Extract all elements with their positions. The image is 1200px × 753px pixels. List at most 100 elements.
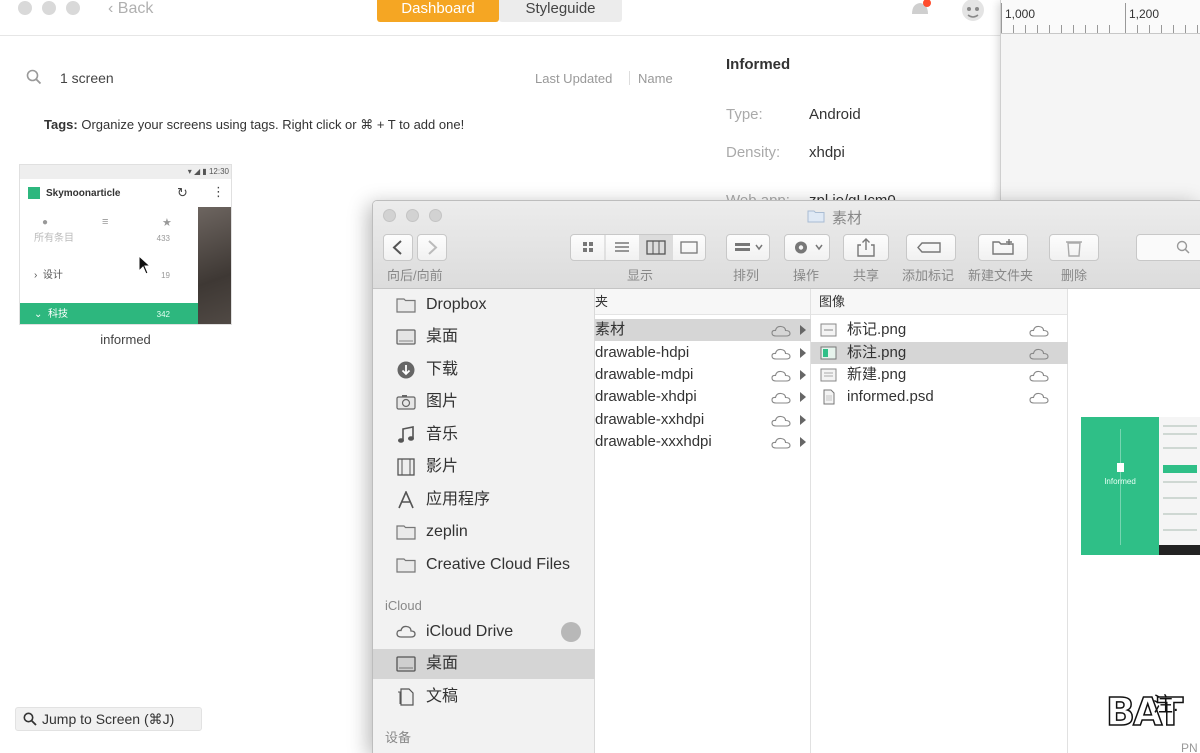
screen-thumbnail[interactable]: ▾ ◢ ▮ 12:30 Skymoonarticle ↻ ⋮ ● ≡ ★ 所有条… — [19, 164, 232, 325]
ruler-label: 1,000 — [1005, 7, 1036, 21]
thumbnail-row: › 设计 19 — [20, 264, 198, 288]
share-button[interactable] — [843, 234, 889, 261]
folder-row[interactable]: drawable-mdpi — [595, 364, 811, 386]
sidebar-item-downloads[interactable]: 下载 — [373, 355, 595, 385]
preview-line — [1163, 481, 1197, 483]
sidebar-item-documents[interactable]: 文稿 — [373, 682, 595, 712]
tab-dashboard[interactable]: Dashboard — [377, 0, 499, 22]
thumbnail-photo — [198, 207, 231, 324]
psd-file-icon — [823, 389, 835, 405]
row-count: 342 — [156, 310, 170, 319]
chevron-right-icon: › — [34, 270, 38, 281]
new-folder-button[interactable] — [978, 234, 1028, 261]
finder-column-folders: 夹 素材 drawable-hdpi drawable-mdpi drawabl… — [595, 289, 811, 753]
sort-name[interactable]: Name — [638, 71, 673, 86]
ruler-tick — [1161, 25, 1162, 33]
type-value: Android — [809, 106, 861, 123]
forward-button[interactable] — [417, 234, 447, 261]
share-icon — [857, 238, 875, 257]
cloud-icon — [771, 437, 791, 449]
sidebar-item-icloud-desktop[interactable]: 桌面 — [373, 649, 595, 679]
back-button[interactable]: ‹ Back — [108, 0, 153, 18]
document-icon — [398, 688, 414, 706]
search-icon — [26, 69, 42, 85]
thumbnail-app-title: Skymoonarticle — [46, 188, 121, 199]
sidebar-item-label: 桌面 — [426, 655, 459, 672]
sidebar-item-applications[interactable]: 应用程序 — [373, 485, 595, 515]
folder-row[interactable]: drawable-hdpi — [595, 342, 811, 364]
sidebar-item-label: 音乐 — [426, 426, 459, 443]
tags-label: Tags: — [44, 117, 78, 132]
view-mode-icons — [583, 235, 698, 260]
folder-row[interactable]: drawable-xxxhdpi — [595, 431, 811, 453]
folder-row-label: drawable-xhdpi — [595, 388, 697, 405]
ruler-tick — [1109, 25, 1110, 33]
ruler-tick — [1025, 25, 1026, 33]
action-button[interactable] — [784, 234, 830, 261]
user-avatar-icon[interactable] — [960, 0, 986, 22]
sidebar-item-desktop[interactable]: 桌面 — [373, 322, 595, 352]
sidebar-item-label: iCloud Drive — [426, 623, 514, 640]
folder-row[interactable]: drawable-xhdpi — [595, 386, 811, 408]
zoom-window-button[interactable] — [66, 1, 80, 15]
finder-search-field[interactable] — [1136, 234, 1200, 261]
ruler-tick — [1037, 25, 1038, 33]
ruler-tick — [1125, 3, 1126, 33]
column-header: 夹 — [595, 289, 810, 315]
finder-toolbar: 素材 向后/向前 显示 排列 操作 共享 添加标记 新建文件夹 删除 — [373, 201, 1200, 289]
cloud-icon — [771, 392, 791, 404]
minimize-window-button[interactable] — [42, 1, 56, 15]
sidebar-item-music[interactable]: 音乐 — [373, 420, 595, 450]
file-row[interactable]: 标记.png — [811, 319, 1068, 341]
file-row[interactable]: informed.psd — [811, 386, 1068, 408]
sidebar-item-zeplin[interactable]: zeplin — [373, 517, 595, 547]
sort-last-updated[interactable]: Last Updated — [535, 71, 612, 86]
disclosure-arrow-icon — [800, 392, 806, 402]
close-window-button[interactable] — [18, 1, 32, 15]
search-icon — [1176, 240, 1190, 254]
sidebar-item-label: 桌面 — [426, 328, 459, 345]
zoom-window-button[interactable] — [429, 209, 442, 222]
sidebar-item-creative-cloud[interactable]: Creative Cloud Files — [373, 550, 595, 580]
screen-search-bar[interactable]: 1 screen Last Updated Name — [26, 68, 676, 90]
sort-divider — [629, 71, 630, 85]
file-row[interactable]: 新建.png — [811, 364, 1068, 386]
canvas-window: 1,000 1,200 — [1000, 0, 1200, 200]
sidebar-item-movies[interactable]: 影片 — [373, 452, 595, 482]
sidebar-item-label: 文稿 — [426, 688, 459, 705]
file-row-selected[interactable]: 标注.png — [811, 342, 1068, 364]
thumbnail-app-bar: Skymoonarticle ↻ ⋮ — [20, 179, 231, 207]
arrange-button[interactable] — [726, 234, 770, 261]
back-label: Back — [117, 0, 154, 17]
row-count: 19 — [161, 271, 170, 280]
applications-icon — [398, 491, 414, 509]
add-tag-button[interactable] — [906, 234, 956, 261]
sidebar-item-label: 图片 — [426, 393, 459, 410]
view-mode-group[interactable] — [570, 234, 706, 261]
tab-styleguide[interactable]: Styleguide — [499, 0, 622, 22]
folder-row[interactable]: drawable-xxhdpi — [595, 409, 811, 431]
back-button[interactable] — [383, 234, 413, 261]
jump-to-screen-button[interactable]: Jump to Screen (⌘J) — [15, 707, 202, 731]
music-icon — [398, 426, 414, 443]
sidebar-item-icloud-drive[interactable]: iCloud Drive — [373, 617, 595, 647]
sidebar-item-dropbox[interactable]: Dropbox — [373, 290, 595, 320]
sidebar-item-pictures[interactable]: 图片 — [373, 387, 595, 417]
ruler-tick — [1197, 25, 1198, 33]
ruler-tick — [1049, 25, 1050, 33]
cloud-icon — [396, 625, 416, 638]
preview-guide-line — [1120, 429, 1121, 545]
screen-name[interactable]: informed — [19, 332, 232, 347]
minimize-window-button[interactable] — [406, 209, 419, 222]
close-window-button[interactable] — [383, 209, 396, 222]
sidebar-section-devices: 设备 — [385, 730, 412, 745]
sidebar-item-label: Creative Cloud Files — [426, 556, 571, 573]
notification-bell-icon[interactable] — [908, 0, 932, 20]
file-row-label: 新建.png — [847, 366, 907, 383]
delete-button[interactable] — [1049, 234, 1099, 261]
folder-row[interactable]: 素材 — [595, 319, 811, 341]
disclosure-arrow-icon — [800, 348, 806, 358]
cloud-icon — [771, 370, 791, 382]
ruler-tick — [1001, 3, 1002, 33]
refresh-icon: ↻ — [177, 185, 188, 200]
